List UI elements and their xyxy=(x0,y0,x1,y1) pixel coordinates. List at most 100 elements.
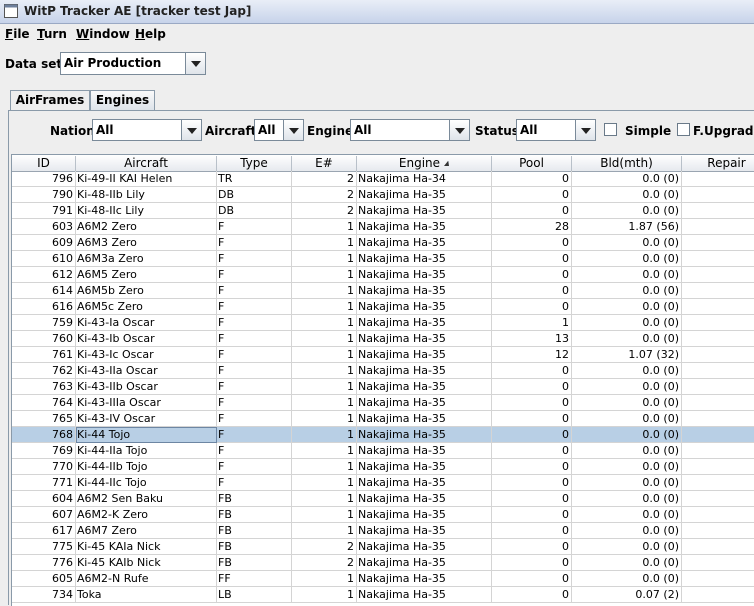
cell-engine: Nakajima Ha-35 xyxy=(357,299,492,315)
table-row[interactable]: 775 Ki-45 KAIa Nick FB 2 Nakajima Ha-35 0 0.0 … xyxy=(12,539,754,555)
aircraft-select[interactable]: All xyxy=(254,119,304,141)
table-row[interactable]: 790 Ki-48-IIb Lily DB 2 Nakajima Ha-35 0 0.0 (… xyxy=(12,187,754,203)
cell-pool: 0 xyxy=(492,555,572,571)
table-row[interactable]: 616 A6M5c Zero F 1 Nakajima Ha-35 0 0.0 (0) xyxy=(12,299,754,315)
nation-dropdown-button[interactable] xyxy=(181,120,201,140)
dataset-value: Air Production xyxy=(64,56,162,70)
table-row[interactable]: 761 Ki-43-Ic Oscar F 1 Nakajima Ha-35 12 1.07 … xyxy=(12,347,754,363)
cell-repair xyxy=(682,539,754,555)
menu-help[interactable]: Help xyxy=(135,27,166,41)
cell-engine: Nakajima Ha-35 xyxy=(357,379,492,395)
cell-aircraft: A6M7 Zero xyxy=(76,523,217,539)
table-row[interactable]: 796 Ki-49-II KAI Helen TR 2 Nakajima Ha-34 0 0… xyxy=(12,171,754,187)
cell-aircraft: A6M3 Zero xyxy=(76,235,217,251)
table-row[interactable]: 765 Ki-43-IV Oscar F 1 Nakajima Ha-35 0 0.0 (0… xyxy=(12,411,754,427)
engine-dropdown-button[interactable] xyxy=(449,120,469,140)
engine-select[interactable]: All xyxy=(350,119,470,141)
cell-type: F xyxy=(217,283,292,299)
cell-type: F xyxy=(217,379,292,395)
table-row[interactable]: 768 Ki-44 Tojo F 1 Nakajima Ha-35 0 0.0 (0) xyxy=(12,427,754,443)
dataset-select[interactable]: Air Production xyxy=(60,52,206,75)
cell-aircraft: Ki-48-IIc Lily xyxy=(76,203,217,219)
table-row[interactable]: 760 Ki-43-Ib Oscar F 1 Nakajima Ha-35 13 0.0 (… xyxy=(12,331,754,347)
cell-id: 604 xyxy=(12,491,76,507)
engine-value: All xyxy=(354,123,372,137)
table-row[interactable]: 769 Ki-44-IIa Tojo F 1 Nakajima Ha-35 0 0.0 (0… xyxy=(12,443,754,459)
cell-enum: 1 xyxy=(292,507,357,523)
cell-repair xyxy=(682,571,754,587)
cell-enum: 2 xyxy=(292,203,357,219)
dataset-dropdown-button[interactable] xyxy=(185,53,205,74)
col-header-repair[interactable]: Repair xyxy=(682,156,754,171)
status-select[interactable]: All xyxy=(516,119,596,141)
cell-repair xyxy=(682,555,754,571)
cell-type: FF xyxy=(217,571,292,587)
table-row[interactable]: 762 Ki-43-IIa Oscar F 1 Nakajima Ha-35 0 0.0 (… xyxy=(12,363,754,379)
table-row[interactable]: 604 A6M2 Sen Baku FB 1 Nakajima Ha-35 0 0.0 (0… xyxy=(12,491,754,507)
cell-pool: 0 xyxy=(492,475,572,491)
col-header-aircraft[interactable]: Aircraft xyxy=(76,156,217,171)
cell-engine: Nakajima Ha-35 xyxy=(357,203,492,219)
window-title: WitP Tracker AE [tracker test Jap] xyxy=(24,4,252,18)
cell-pool: 0 xyxy=(492,443,572,459)
cell-bld: 0.0 (0) xyxy=(572,475,682,491)
table-row[interactable]: 605 A6M2-N Rufe FF 1 Nakajima Ha-35 0 0.0 (0) xyxy=(12,571,754,587)
cell-bld: 0.0 (0) xyxy=(572,331,682,347)
cell-aircraft: A6M2-K Zero xyxy=(76,507,217,523)
simple-checkbox[interactable] xyxy=(604,123,617,136)
cell-aircraft: Ki-45 KAIb Nick xyxy=(76,555,217,571)
aircraft-table[interactable]: ID Aircraft Type E# Engine Pool Bld(mth)… xyxy=(11,154,754,606)
table-row[interactable]: 791 Ki-48-IIc Lily DB 2 Nakajima Ha-35 0 0.0 (… xyxy=(12,203,754,219)
col-header-type[interactable]: Type xyxy=(217,156,292,171)
cell-aircraft: Ki-43-IV Oscar xyxy=(76,411,217,427)
cell-id: 768 xyxy=(12,427,76,443)
menu-turn[interactable]: Turn xyxy=(37,27,67,41)
cell-repair xyxy=(682,411,754,427)
cell-repair xyxy=(682,235,754,251)
cell-bld: 0.0 (0) xyxy=(572,187,682,203)
col-header-id[interactable]: ID xyxy=(12,156,76,171)
cell-repair xyxy=(682,331,754,347)
cell-engine: Nakajima Ha-35 xyxy=(357,539,492,555)
aircraft-dropdown-button[interactable] xyxy=(283,120,303,140)
tab-engines[interactable]: Engines xyxy=(90,90,155,110)
table-row[interactable]: 614 A6M5b Zero F 1 Nakajima Ha-35 0 0.0 (0) xyxy=(12,283,754,299)
col-header-pool[interactable]: Pool xyxy=(492,156,572,171)
col-header-enum[interactable]: E# xyxy=(292,156,357,171)
tab-airframes[interactable]: AirFrames xyxy=(10,90,90,110)
table-row[interactable]: 771 Ki-44-IIc Tojo F 1 Nakajima Ha-35 0 0.0 (0… xyxy=(12,475,754,491)
cell-enum: 1 xyxy=(292,283,357,299)
table-row[interactable]: 734 Toka LB 1 Nakajima Ha-35 0 0.07 (2) xyxy=(12,587,754,603)
cell-repair xyxy=(682,299,754,315)
cell-enum: 1 xyxy=(292,571,357,587)
table-row[interactable]: 764 Ki-43-IIIa Oscar F 1 Nakajima Ha-35 0 0.0 … xyxy=(12,395,754,411)
fupgrades-checkbox[interactable] xyxy=(677,123,690,136)
cell-repair xyxy=(682,267,754,283)
cell-repair xyxy=(682,283,754,299)
table-row[interactable]: 617 A6M7 Zero FB 1 Nakajima Ha-35 0 0.0 (0) xyxy=(12,523,754,539)
table-row[interactable]: 603 A6M2 Zero F 1 Nakajima Ha-35 28 1.87 (56) xyxy=(12,219,754,235)
cell-enum: 1 xyxy=(292,331,357,347)
cell-id: 796 xyxy=(12,171,76,187)
status-dropdown-button[interactable] xyxy=(575,120,595,140)
table-row[interactable]: 776 Ki-45 KAIb Nick FB 2 Nakajima Ha-35 0 0.0 … xyxy=(12,555,754,571)
window-icon xyxy=(4,4,18,18)
cell-bld: 0.0 (0) xyxy=(572,235,682,251)
table-row[interactable]: 612 A6M5 Zero F 1 Nakajima Ha-35 0 0.0 (0) xyxy=(12,267,754,283)
table-row[interactable]: 770 Ki-44-IIb Tojo F 1 Nakajima Ha-35 0 0.0 (0… xyxy=(12,459,754,475)
menu-window[interactable]: Window xyxy=(76,27,130,41)
cell-aircraft: Ki-48-IIb Lily xyxy=(76,187,217,203)
cell-repair xyxy=(682,427,754,443)
nation-select[interactable]: All xyxy=(92,119,202,141)
cell-id: 762 xyxy=(12,363,76,379)
table-row[interactable]: 607 A6M2-K Zero FB 1 Nakajima Ha-35 0 0.0 (0) xyxy=(12,507,754,523)
col-header-engine[interactable]: Engine xyxy=(357,156,492,171)
table-row[interactable]: 759 Ki-43-Ia Oscar F 1 Nakajima Ha-35 1 0.0 (0… xyxy=(12,315,754,331)
table-row[interactable]: 610 A6M3a Zero F 1 Nakajima Ha-35 0 0.0 (0) xyxy=(12,251,754,267)
menu-file[interactable]: File xyxy=(5,27,30,41)
cell-aircraft: Ki-43-Ic Oscar xyxy=(76,347,217,363)
cell-aircraft: Ki-44-IIa Tojo xyxy=(76,443,217,459)
col-header-bld[interactable]: Bld(mth) xyxy=(572,156,682,171)
table-row[interactable]: 609 A6M3 Zero F 1 Nakajima Ha-35 0 0.0 (0) xyxy=(12,235,754,251)
table-row[interactable]: 763 Ki-43-IIb Oscar F 1 Nakajima Ha-35 0 0.0 (… xyxy=(12,379,754,395)
